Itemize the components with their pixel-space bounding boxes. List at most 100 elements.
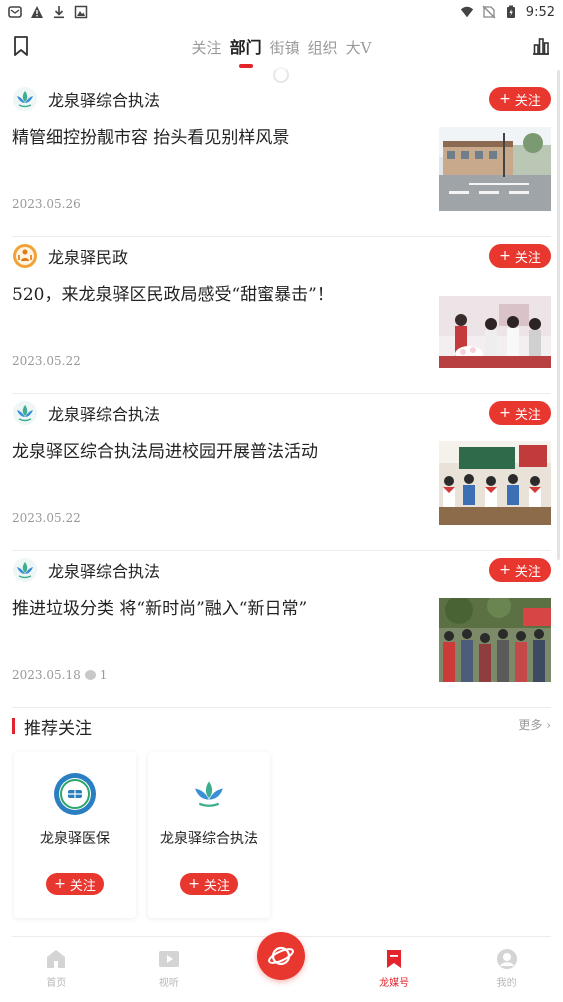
plus-icon: + — [499, 405, 511, 421]
tab-big-v[interactable]: 大V — [344, 37, 374, 58]
date-text: 2023.05.18 — [12, 668, 81, 682]
section-accent-bar — [12, 718, 15, 734]
recommend-section: 推荐关注 更多 › 龙泉驿医保 + 关注 龙泉驿综合执法 + 关注 — [0, 706, 563, 918]
user-icon — [496, 949, 517, 969]
chart-icon[interactable] — [531, 36, 551, 56]
tab-follow[interactable]: 关注 — [190, 37, 224, 58]
follow-button[interactable]: + 关注 — [489, 558, 551, 582]
tab-street[interactable]: 街镇 — [268, 37, 302, 58]
status-left — [8, 5, 88, 19]
more-link[interactable]: 更多 › — [518, 716, 551, 733]
source-name[interactable]: 龙泉驿综合执法 — [48, 401, 160, 425]
source-name[interactable]: 龙泉驿民政 — [48, 244, 128, 268]
follow-button[interactable]: + 关注 — [489, 401, 551, 425]
source-row: 龙泉驿综合执法 — [12, 557, 160, 583]
news-card[interactable]: 龙泉驿综合执法 + 关注 龙泉驿区综合执法局进校园开展普法活动 2023.05.2… — [12, 394, 551, 551]
news-title[interactable]: 推进垃圾分类 将“新时尚”融入“新日常” — [12, 597, 422, 621]
news-title[interactable]: 龙泉驿区综合执法局进校园开展普法活动 — [12, 440, 422, 464]
follow-label: 关注 — [514, 564, 541, 580]
play-icon — [158, 951, 179, 967]
news-title[interactable]: 精管细控扮靓市容 抬头看见别样风景 — [12, 126, 422, 150]
chevron-right-icon: › — [546, 718, 551, 732]
comment-count: 1 — [99, 668, 108, 682]
follow-button[interactable]: + 关注 — [489, 244, 551, 268]
lotus-icon — [12, 86, 38, 112]
nav-label: 龙媒号 — [379, 978, 410, 989]
recommend-card[interactable]: 龙泉驿医保 + 关注 — [14, 752, 136, 918]
more-label: 更多 — [518, 718, 543, 732]
crowd-photo[interactable] — [439, 598, 551, 682]
news-title[interactable]: 520，来龙泉驿区民政局感受“甜蜜暴击”！ — [12, 283, 422, 307]
news-date: 2023.05.18 1 — [12, 668, 107, 682]
battery-icon — [506, 5, 515, 18]
news-date: 2023.05.22 — [12, 354, 81, 368]
top-nav: 关注 部门 街镇 组织 大V — [0, 24, 563, 68]
planet-icon — [268, 946, 294, 966]
plus-icon: + — [188, 876, 200, 892]
warning-icon — [31, 6, 43, 18]
wifi-icon — [460, 6, 473, 18]
status-bar: 9:52 — [0, 0, 563, 24]
source-row: 龙泉驿综合执法 — [12, 400, 160, 426]
wedding-photo[interactable] — [439, 284, 551, 368]
bookmark-icon[interactable] — [12, 35, 30, 57]
status-right: 9:52 — [460, 5, 555, 20]
media-bookmark-icon — [387, 950, 402, 968]
recommend-cards: 龙泉驿医保 + 关注 龙泉驿综合执法 + 关注 — [14, 752, 270, 918]
nav-longmeihao[interactable]: 龙媒号 — [338, 936, 450, 1002]
news-card[interactable]: 龙泉驿综合执法 + 关注 推进垃圾分类 将“新时尚”融入“新日常” 2023.05… — [12, 551, 551, 708]
download-icon — [54, 6, 64, 19]
follow-label: 关注 — [514, 407, 541, 423]
recommend-name: 龙泉驿综合执法 — [160, 831, 258, 847]
comment-icon — [84, 670, 96, 680]
nav-label: 首页 — [46, 978, 67, 989]
tab-department[interactable]: 部门 — [228, 34, 264, 68]
nav-label: 视听 — [158, 978, 179, 989]
plus-icon: + — [54, 876, 66, 892]
nav-label: 我的 — [496, 978, 517, 989]
follow-label: 关注 — [69, 878, 96, 894]
category-tabs: 关注 部门 街镇 组织 大V — [190, 34, 374, 68]
section-title: 推荐关注 — [24, 719, 92, 739]
planet-button[interactable] — [257, 932, 305, 980]
tab-organization[interactable]: 组织 — [306, 37, 340, 58]
classroom-photo[interactable] — [439, 441, 551, 525]
source-name[interactable]: 龙泉驿综合执法 — [48, 558, 160, 582]
app-icon — [8, 6, 22, 18]
medical-insurance-logo — [53, 772, 97, 816]
date-text: 2023.05.22 — [12, 511, 81, 525]
follow-button[interactable]: + 关注 — [489, 87, 551, 111]
nav-home[interactable]: 首页 — [0, 936, 112, 1002]
date-text: 2023.05.22 — [12, 354, 81, 368]
date-text: 2023.05.26 — [12, 197, 81, 211]
follow-button[interactable]: + 关注 — [180, 873, 238, 895]
follow-button[interactable]: + 关注 — [46, 873, 104, 895]
source-row: 龙泉驿民政 — [12, 243, 128, 269]
plus-icon: + — [499, 248, 511, 264]
civil-affairs-icon — [12, 243, 38, 269]
nav-mine[interactable]: 我的 — [451, 936, 563, 1002]
recommend-name: 龙泉驿医保 — [40, 831, 110, 847]
news-feed: 龙泉驿综合执法 + 关注 精管细控扮靓市容 抬头看见别样风景 2023.05.26… — [0, 80, 563, 708]
street-photo[interactable] — [439, 127, 551, 211]
source-row: 龙泉驿综合执法 — [12, 86, 160, 112]
no-sim-icon — [482, 5, 496, 19]
home-icon — [47, 950, 66, 968]
recommend-card[interactable]: 龙泉驿综合执法 + 关注 — [148, 752, 270, 918]
follow-label: 关注 — [514, 93, 541, 109]
clock: 9:52 — [525, 4, 555, 20]
news-card[interactable]: 龙泉驿民政 + 关注 520，来龙泉驿区民政局感受“甜蜜暴击”！ 2023.05.… — [12, 237, 551, 394]
follow-label: 关注 — [514, 250, 541, 266]
news-date: 2023.05.22 — [12, 511, 81, 525]
plus-icon: + — [499, 562, 511, 578]
lotus-icon — [187, 772, 231, 816]
source-name[interactable]: 龙泉驿综合执法 — [48, 87, 160, 111]
news-card[interactable]: 龙泉驿综合执法 + 关注 精管细控扮靓市容 抬头看见别样风景 2023.05.26 — [12, 80, 551, 237]
nav-audio-video[interactable]: 视听 — [113, 936, 225, 1002]
image-icon — [74, 5, 88, 19]
lotus-icon — [12, 557, 38, 583]
scrollbar[interactable] — [557, 70, 560, 560]
follow-label: 关注 — [203, 878, 230, 894]
news-date: 2023.05.26 — [12, 197, 81, 211]
recommend-header: 推荐关注 更多 › — [12, 706, 551, 746]
